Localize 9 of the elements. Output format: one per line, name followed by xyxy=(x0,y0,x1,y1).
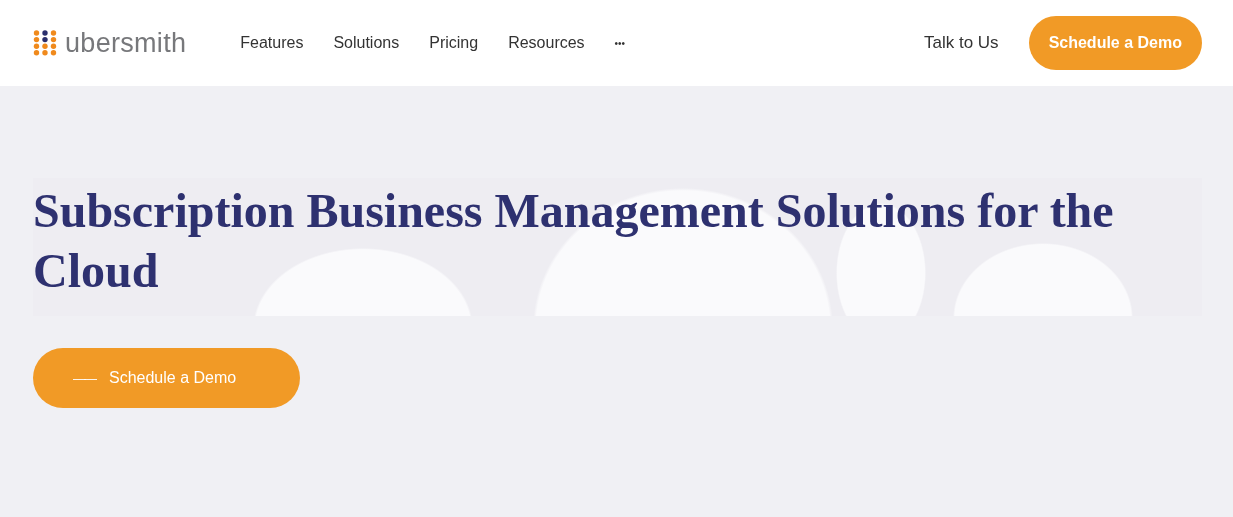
talk-link[interactable]: Talk to Us xyxy=(924,33,999,53)
nav-link[interactable]: ••• xyxy=(614,37,626,49)
nav-link[interactable]: Solutions xyxy=(333,34,400,52)
nav-link[interactable]: Resources xyxy=(508,34,585,52)
logo-text[interactable]: ubersmith xyxy=(65,27,187,59)
nav-link[interactable]: Pricing xyxy=(429,34,479,52)
nav-link[interactable]: Features xyxy=(240,34,304,52)
logo-dots-icon xyxy=(33,30,57,56)
hero-title: Subscription Business Management Solutions for the Cloud xyxy=(33,183,1115,299)
